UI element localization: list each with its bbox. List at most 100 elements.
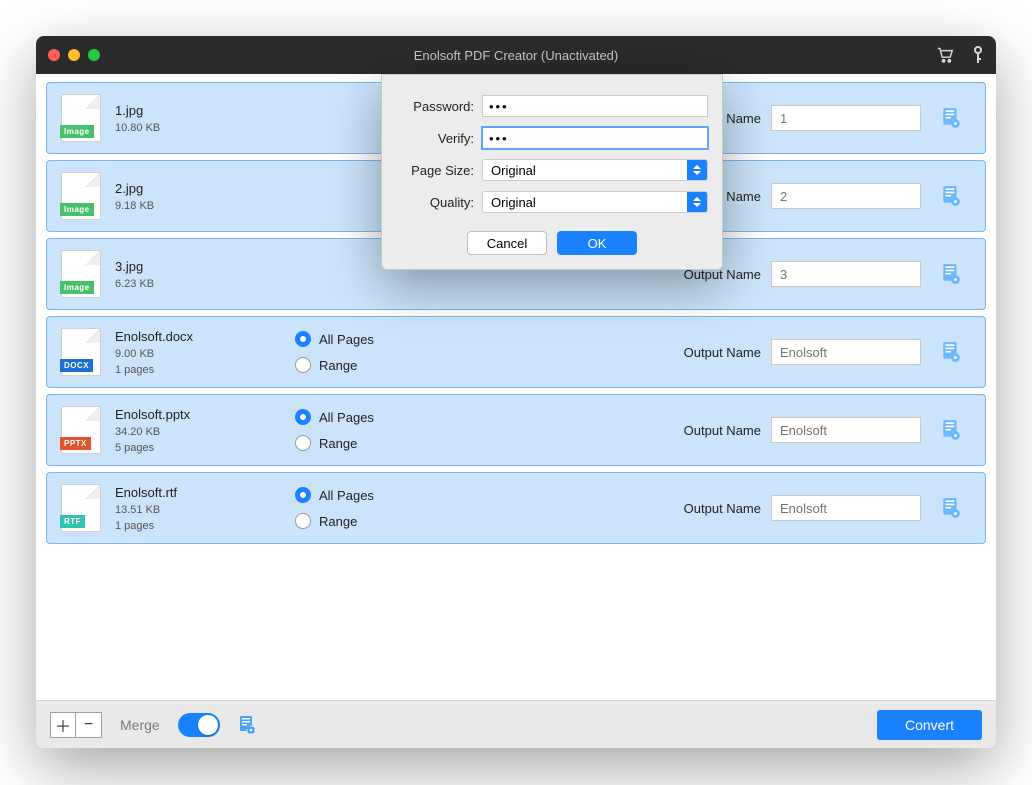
radio-dot-icon — [295, 487, 311, 503]
page-size-select[interactable]: Original — [482, 159, 708, 181]
settings-dialog: Password: Verify: Page Size: Original Qu… — [381, 74, 723, 270]
quality-select[interactable]: Original — [482, 191, 708, 213]
range-radio[interactable]: Range — [295, 357, 674, 373]
output-name-label: Output Name — [684, 345, 761, 360]
page-range-radios: All Pages Range — [295, 487, 674, 529]
row-settings-icon[interactable] — [931, 185, 971, 207]
key-icon[interactable] — [972, 46, 984, 64]
page-range-radios: All Pages Range — [295, 409, 674, 451]
window-title: Enolsoft PDF Creator (Unactivated) — [36, 48, 996, 63]
file-type-tag: PPTX — [60, 437, 91, 450]
output-name-input[interactable] — [771, 495, 921, 521]
row-settings-icon[interactable] — [931, 263, 971, 285]
footer-toolbar: ＋ − Merge Convert — [36, 700, 996, 748]
file-icon: Image — [61, 250, 101, 298]
cart-icon[interactable] — [936, 47, 954, 63]
output-name-group: Output Name — [684, 417, 921, 443]
file-type-tag: RTF — [60, 515, 85, 528]
file-pages: 1 pages — [115, 364, 285, 376]
range-radio[interactable]: Range — [295, 513, 674, 529]
file-info: Enolsoft.pptx 34.20 KB 5 pages — [115, 407, 285, 454]
file-icon: Image — [61, 172, 101, 220]
file-pages: 5 pages — [115, 442, 285, 454]
range-label: Range — [319, 514, 357, 529]
output-name-input[interactable] — [771, 261, 921, 287]
file-info: 2.jpg 9.18 KB — [115, 181, 285, 212]
all-pages-radio[interactable]: All Pages — [295, 331, 674, 347]
file-size: 9.18 KB — [115, 200, 285, 212]
file-icon: RTF — [61, 484, 101, 532]
output-name-input[interactable] — [771, 105, 921, 131]
file-info: 3.jpg 6.23 KB — [115, 259, 285, 290]
file-size: 13.51 KB — [115, 504, 285, 516]
file-info: Enolsoft.rtf 13.51 KB 1 pages — [115, 485, 285, 532]
radio-dot-icon — [295, 331, 311, 347]
output-name-group: Output Name — [684, 495, 921, 521]
stepper-arrows-icon — [687, 160, 707, 180]
row-settings-icon[interactable] — [931, 419, 971, 441]
all-pages-label: All Pages — [319, 410, 374, 425]
zoom-window-button[interactable] — [88, 49, 100, 61]
all-pages-radio[interactable]: All Pages — [295, 487, 674, 503]
file-row[interactable]: RTF Enolsoft.rtf 13.51 KB 1 pages All Pages R… — [46, 472, 986, 544]
file-type-tag: DOCX — [60, 359, 93, 372]
file-size: 6.23 KB — [115, 278, 285, 290]
file-size: 34.20 KB — [115, 426, 285, 438]
convert-button[interactable]: Convert — [877, 710, 982, 740]
file-info: 1.jpg 10.80 KB — [115, 103, 285, 134]
file-row[interactable]: PPTX Enolsoft.pptx 34.20 KB 5 pages All Page… — [46, 394, 986, 466]
file-size: 9.00 KB — [115, 348, 285, 360]
file-icon: PPTX — [61, 406, 101, 454]
page-range-radios: All Pages Range — [295, 331, 674, 373]
page-size-value: Original — [483, 163, 687, 178]
file-name: Enolsoft.pptx — [115, 407, 285, 422]
file-type-tag: Image — [60, 125, 94, 138]
range-label: Range — [319, 436, 357, 451]
row-settings-icon[interactable] — [931, 107, 971, 129]
file-name: 1.jpg — [115, 103, 285, 118]
output-name-input[interactable] — [771, 417, 921, 443]
app-window: Enolsoft PDF Creator (Unactivated) Image… — [36, 36, 996, 748]
file-type-tag: Image — [60, 281, 94, 294]
file-icon: Image — [61, 94, 101, 142]
file-size: 10.80 KB — [115, 122, 285, 134]
row-settings-icon[interactable] — [931, 497, 971, 519]
output-name-label: Output Name — [684, 501, 761, 516]
file-row[interactable]: DOCX Enolsoft.docx 9.00 KB 1 pages All Pages… — [46, 316, 986, 388]
verify-input[interactable] — [482, 127, 708, 149]
close-window-button[interactable] — [48, 49, 60, 61]
ok-button[interactable]: OK — [557, 231, 637, 255]
merge-settings-icon[interactable] — [238, 715, 256, 735]
stepper-arrows-icon — [687, 192, 707, 212]
all-pages-radio[interactable]: All Pages — [295, 409, 674, 425]
file-name: Enolsoft.rtf — [115, 485, 285, 500]
remove-file-button[interactable]: − — [76, 712, 102, 738]
add-file-button[interactable]: ＋ — [50, 712, 76, 738]
merge-label: Merge — [120, 717, 160, 733]
password-input[interactable] — [482, 95, 708, 117]
file-name: Enolsoft.docx — [115, 329, 285, 344]
merge-toggle[interactable] — [178, 713, 220, 737]
row-settings-icon[interactable] — [931, 341, 971, 363]
file-pages: 1 pages — [115, 520, 285, 532]
file-name: 2.jpg — [115, 181, 285, 196]
quality-label: Quality: — [396, 195, 474, 210]
minimize-window-button[interactable] — [68, 49, 80, 61]
output-name-label: Output Name — [684, 423, 761, 438]
cancel-button[interactable]: Cancel — [467, 231, 547, 255]
verify-label: Verify: — [396, 131, 474, 146]
all-pages-label: All Pages — [319, 332, 374, 347]
all-pages-label: All Pages — [319, 488, 374, 503]
radio-dot-icon — [295, 513, 311, 529]
range-radio[interactable]: Range — [295, 435, 674, 451]
file-name: 3.jpg — [115, 259, 285, 274]
page-size-label: Page Size: — [396, 163, 474, 178]
output-name-input[interactable] — [771, 339, 921, 365]
range-label: Range — [319, 358, 357, 373]
radio-dot-icon — [295, 409, 311, 425]
output-name-input[interactable] — [771, 183, 921, 209]
titlebar: Enolsoft PDF Creator (Unactivated) — [36, 36, 996, 74]
quality-value: Original — [483, 195, 687, 210]
radio-dot-icon — [295, 435, 311, 451]
file-type-tag: Image — [60, 203, 94, 216]
